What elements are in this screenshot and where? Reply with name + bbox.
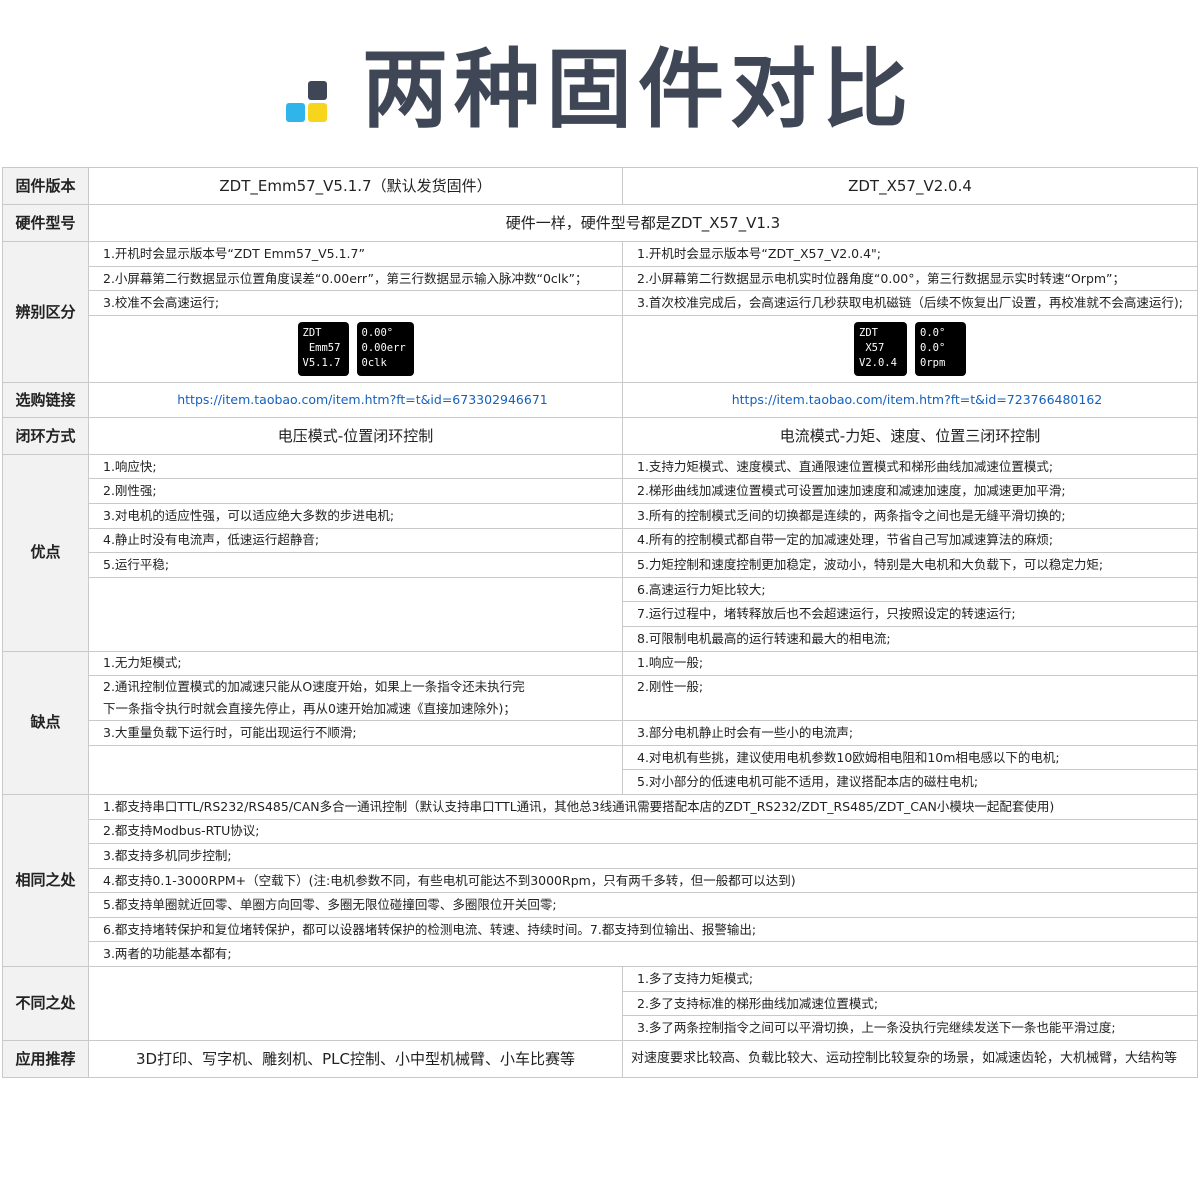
label-same: 相同之处 — [2, 793, 89, 968]
oled-screen: ZDT X57 V2.0.4 — [854, 321, 907, 376]
cons-b-item: 5.对小部分的低速电机可能不适用，建议搭配本店的磁柱电机; — [622, 769, 1198, 795]
diff-b-item: 2.多了支持标准的梯形曲线加减速位置模式; — [622, 990, 1198, 1017]
diff-b-item: 3.多了两条控制指令之间可以平滑切换，上一条没执行完继续发送下一条也能平滑过度; — [622, 1015, 1198, 1041]
same-item: 4.都支持0.1-3000RPM+（空载下）(注:电机参数不同，有些电机可能达不… — [88, 867, 1198, 894]
identify-a-item: 2.小屏幕第二行数据显示位置角度误差“0.00err”，第三行数据显示输入脉冲数… — [88, 265, 623, 292]
label-pros: 优点 — [2, 453, 89, 652]
logo-dark-square — [308, 81, 327, 100]
version-b: ZDT_X57_V2.0.4 — [622, 167, 1198, 205]
loop-a: 电压模式-位置闭环控制 — [88, 416, 623, 455]
label-identify: 辨别区分 — [2, 241, 89, 383]
pros-a-item: 4.静止时没有电流声，低速运行超静音; — [88, 527, 623, 554]
same-item: 2.都支持Modbus-RTU协议; — [88, 818, 1198, 845]
label-link: 选购链接 — [2, 381, 89, 418]
cons-a-item: 1.无力矩模式; — [88, 650, 623, 677]
pros-b-item: 5.力矩控制和速度控制更加稳定，波动小，特别是大电机和大负载下，可以稳定力矩; — [622, 552, 1198, 578]
oled-screen: ZDT Emm57 V5.1.7 — [297, 321, 349, 376]
same-item: 6.都支持堵转保护和复位堵转保护，都可以设器堵转保护的检测电流、转速、持续时间。… — [88, 916, 1198, 943]
label-diff: 不同之处 — [2, 966, 89, 1041]
row-version: 固件版本 ZDT_Emm57_V5.1.7（默认发货固件） ZDT_X57_V2… — [2, 167, 1198, 205]
apps-a: 3D打印、写字机、雕刻机、PLC控制、小中型机械臂、小车比赛等 — [88, 1039, 623, 1078]
row-apps: 应用推荐 3D打印、写字机、雕刻机、PLC控制、小中型机械臂、小车比赛等 对速度… — [2, 1039, 1198, 1078]
cons-b-item: 2.刚性一般; — [622, 675, 1198, 722]
identify-b-item: 3.首次校准完成后，会高速运行几秒获取电机磁链（后续不恢复出厂设置，再校准就不会… — [622, 290, 1198, 316]
row-link: 选购链接 https://item.taobao.com/item.htm?ft… — [2, 381, 1198, 418]
diff-b-item: 1.多了支持力矩模式; — [622, 966, 1198, 992]
hardware-value: 硬件一样，硬件型号都是ZDT_X57_V1.3 — [88, 204, 1198, 242]
label-hardware: 硬件型号 — [2, 204, 89, 242]
pros-b-item: 8.可限制电机最高的运行转速和最大的相电流; — [622, 625, 1198, 652]
screen-preview-a: ZDT Emm57 V5.1.7 0.00° 0.00err 0clk — [88, 314, 623, 383]
row-same: 相同之处 1.都支持串口TTL/RS232/RS485/CAN多合一通讯控制（默… — [2, 793, 1198, 968]
same-item: 1.都支持串口TTL/RS232/RS485/CAN多合一通讯控制（默认支持串口… — [88, 793, 1198, 820]
comparison-table: 固件版本 ZDT_Emm57_V5.1.7（默认发货固件） ZDT_X57_V2… — [2, 167, 1198, 1078]
identify-a-item: 3.校准不会高速运行; — [88, 290, 623, 316]
cons-a-item-multiline: 2.通讯控制位置模式的加减速只能从O速度开始，如果上一条指令还未执行完 下一条指令… — [88, 675, 623, 722]
screen-preview-b: ZDT X57 V2.0.4 0.0° 0.0° 0rpm — [622, 314, 1198, 383]
page-title: 两种固件对比 — [362, 40, 914, 140]
taobao-link-b[interactable]: https://item.taobao.com/item.htm?ft=t&id… — [622, 381, 1198, 418]
oled-screen: 0.00° 0.00err 0clk — [356, 321, 414, 376]
diff-a-empty — [88, 966, 623, 1041]
row-loop: 闭环方式 电压模式-位置闭环控制 电流模式-力矩、速度、位置三闭环控制 — [2, 416, 1198, 455]
pros-b-item: 7.运行过程中，堵转释放后也不会超速运行，只按照设定的转速运行; — [622, 601, 1198, 627]
row-pros: 优点 1.响应快; 1.支持力矩模式、速度模式、直通限速位置模式和梯形曲线加减速… — [2, 453, 1198, 652]
pros-a-empty — [88, 576, 623, 652]
pros-b-item: 6.高速运行力矩比较大; — [622, 576, 1198, 603]
identify-a-item: 1.开机时会显示版本号“ZDT Emm57_V5.1.7” — [88, 241, 623, 267]
cons-a-item: 3.大重量负载下运行时，可能出现运行不顺滑; — [88, 720, 623, 746]
loop-b: 电流模式-力矩、速度、位置三闭环控制 — [622, 416, 1198, 455]
pros-a-item: 3.对电机的适应性强，可以适应绝大多数的步进电机; — [88, 502, 623, 529]
logo-yellow-square — [308, 103, 327, 122]
pros-b-item: 4.所有的控制模式都自带一定的加减速处理，节省自己写加减速算法的麻烦; — [622, 527, 1198, 554]
identify-b-item: 2.小屏幕第二行数据显示电机实时位器角度“0.00°，第三行数据显示实时转速“O… — [622, 265, 1198, 292]
cons-b-item: 4.对电机有些挑，建议使用电机参数10欧姆相电阻和10m相电感以下的电机; — [622, 744, 1198, 771]
row-hardware: 硬件型号 硬件一样，硬件型号都是ZDT_X57_V1.3 — [2, 204, 1198, 242]
row-cons: 缺点 1.无力矩模式; 1.响应一般; — [2, 650, 1198, 795]
pros-b-item: 2.梯形曲线加减速位置模式可设置加速加速度和减速加速度，加减速更加平滑; — [622, 478, 1198, 504]
pros-b-item: 1.支持力矩模式、速度模式、直通限速位置模式和梯形曲线加减速位置模式; — [622, 453, 1198, 480]
cons-a-empty — [88, 744, 623, 795]
oled-screen: 0.0° 0.0° 0rpm — [915, 321, 966, 376]
label-loop: 闭环方式 — [2, 416, 89, 455]
pros-a-item: 5.运行平稳; — [88, 552, 623, 578]
logo-blocks-icon — [286, 81, 330, 125]
logo-blue-square — [286, 103, 305, 122]
label-apps: 应用推荐 — [2, 1039, 89, 1078]
cons-b-item: 3.部分电机静止时会有一些小的电流声; — [622, 720, 1198, 746]
cons-b-item: 1.响应一般; — [622, 650, 1198, 677]
label-cons: 缺点 — [2, 650, 89, 795]
pros-a-item: 1.响应快; — [88, 453, 623, 480]
same-item: 3.两者的功能基本都有; — [88, 941, 1198, 968]
label-version: 固件版本 — [2, 167, 89, 205]
row-diff: 不同之处 1.多了支持力矩模式; — [2, 966, 1198, 1041]
identify-b-item: 1.开机时会显示版本号“ZDT_X57_V2.0.4"; — [622, 241, 1198, 267]
version-a: ZDT_Emm57_V5.1.7（默认发货固件） — [88, 167, 623, 205]
pros-a-item: 2.刚性强; — [88, 478, 623, 504]
page-header: 两种固件对比 — [0, 30, 1200, 150]
same-item: 3.都支持多机同步控制; — [88, 843, 1198, 869]
row-identify: 辨别区分 1.开机时会显示版本号“ZDT Emm57_V5.1.7” 1.开机时… — [2, 241, 1198, 383]
pros-b-item: 3.所有的控制模式乏间的切换都是连续的，两条指令之间也是无缝平滑切换的; — [622, 502, 1198, 529]
taobao-link-a[interactable]: https://item.taobao.com/item.htm?ft=t&id… — [88, 381, 623, 418]
same-item: 5.都支持单圈就近回零、单圈方向回零、多圈无限位碰撞回零、多圈限位开关回零; — [88, 892, 1198, 918]
apps-b: 对速度要求比较高、负载比较大、运动控制比较复杂的场景，如减速齿轮，大机械臂，大结… — [622, 1039, 1198, 1078]
